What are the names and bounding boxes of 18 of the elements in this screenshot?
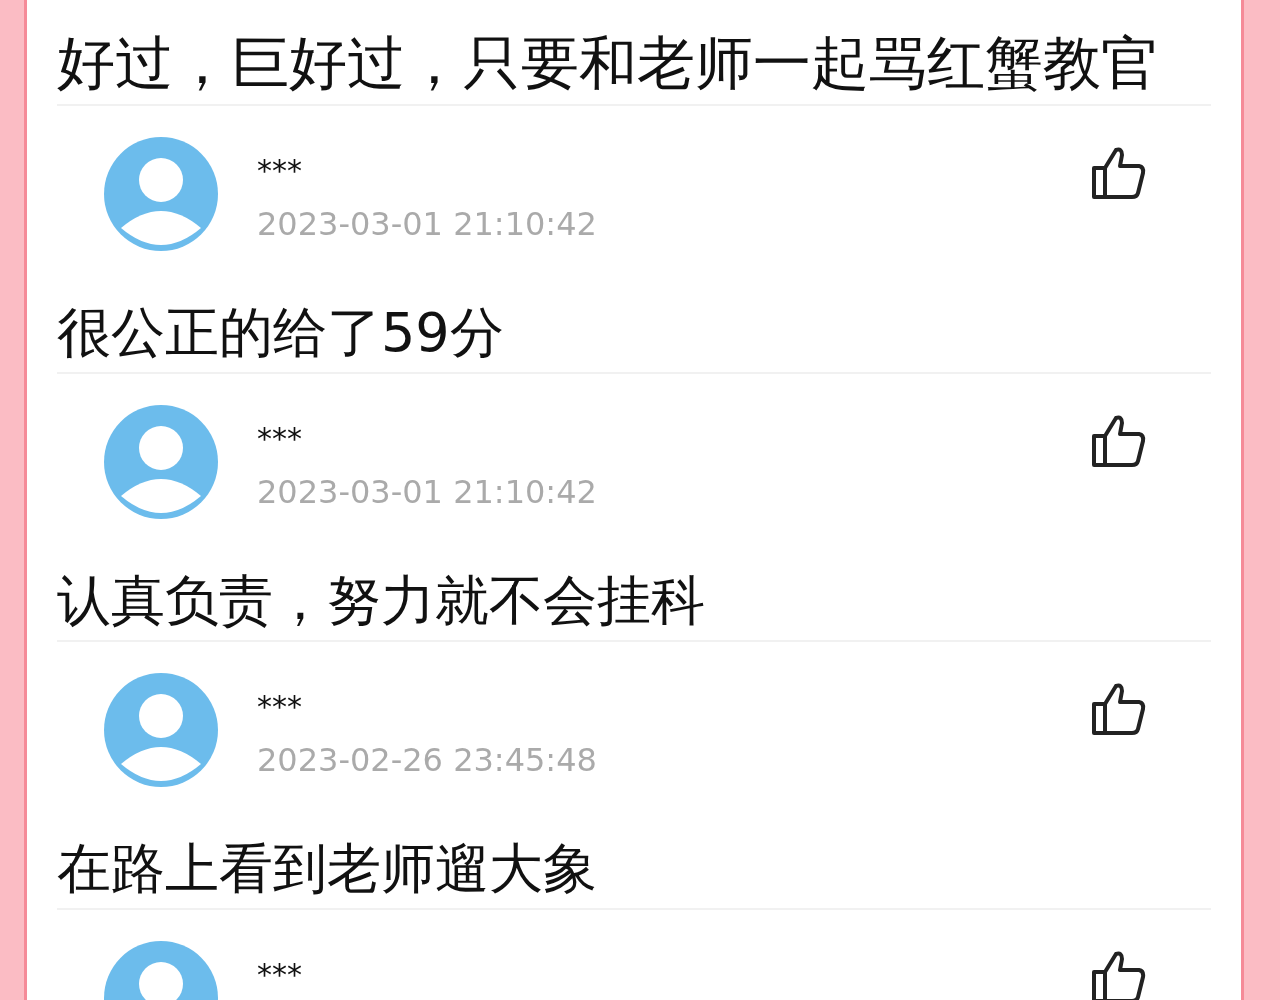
comment-text: 好过，巨好过，只要和老师一起骂红蟹教官: [57, 34, 1160, 92]
user-name: ***: [257, 424, 303, 454]
comment-text: 在路上看到老师遛大象: [57, 842, 598, 896]
comment-time: 2023-03-01 21:10:42: [257, 208, 598, 240]
comment-time: 2023-02-26 23:45:48: [257, 744, 598, 776]
thumbs-up-icon[interactable]: [1091, 950, 1147, 1000]
thumbs-up-icon[interactable]: [1091, 146, 1147, 200]
avatar-icon: [103, 404, 219, 520]
thumbs-up-icon[interactable]: [1091, 682, 1147, 736]
user-name: ***: [257, 960, 303, 990]
user-name: ***: [257, 692, 303, 722]
comment-text: 很公正的给了59分: [57, 306, 505, 360]
comment-time: 2023-03-01 21:10:42: [257, 476, 598, 508]
avatar-icon: [103, 136, 219, 252]
user-name: ***: [257, 156, 303, 186]
avatar-icon: [103, 672, 219, 788]
comment-text: 认真负责，努力就不会挂科: [57, 574, 706, 628]
thumbs-up-icon[interactable]: [1091, 414, 1147, 468]
